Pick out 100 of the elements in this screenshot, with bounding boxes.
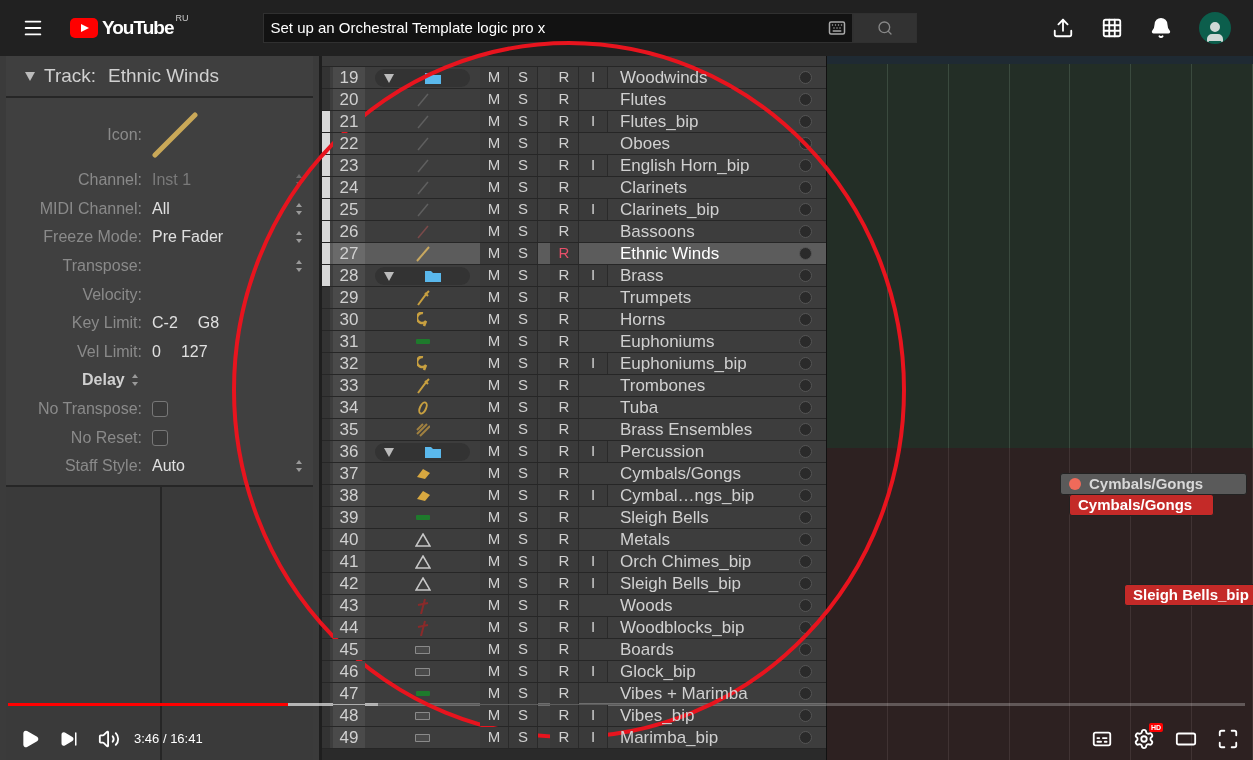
mute-button[interactable]: M bbox=[480, 683, 509, 704]
region-header[interactable]: Cymbals/Gongs bbox=[1060, 473, 1247, 495]
track-led bbox=[799, 533, 812, 546]
track-row[interactable]: 43 M S R Woods bbox=[322, 595, 826, 617]
board-icon bbox=[415, 711, 430, 720]
track-name: Marimba_bip bbox=[619, 727, 720, 748]
next-icon[interactable] bbox=[60, 730, 78, 748]
track-row[interactable]: 46 M S R I Glock_bip bbox=[322, 661, 826, 683]
midi-region[interactable]: Cymbals/Gongs bbox=[1069, 494, 1214, 516]
track-row[interactable]: 19 M S R I Woodwinds bbox=[322, 67, 826, 89]
bell-icon[interactable] bbox=[1150, 17, 1172, 39]
triangle-down-icon[interactable] bbox=[24, 70, 36, 82]
track-row[interactable]: 40 M S R Metals bbox=[322, 529, 826, 551]
track-led bbox=[799, 181, 812, 194]
field-value[interactable]: Auto bbox=[152, 454, 185, 479]
mute-button[interactable]: M bbox=[480, 727, 509, 748]
progress-track[interactable] bbox=[8, 703, 1245, 706]
stepper-arrows-icon bbox=[295, 230, 303, 245]
track-row[interactable]: 23 M S R I English Horn_bip bbox=[322, 155, 826, 177]
track-row[interactable]: 32 M S R I Euphoniums_bip bbox=[322, 353, 826, 375]
solo-button[interactable]: S bbox=[509, 243, 538, 264]
logo-text: YouTube bbox=[102, 15, 174, 40]
track-row[interactable]: 41 M S R I Orch Chimes_bip bbox=[322, 551, 826, 573]
record-button[interactable]: R bbox=[550, 727, 579, 748]
track-name: Orch Chimes_bip bbox=[619, 551, 753, 572]
triangle-down-icon[interactable] bbox=[383, 445, 395, 458]
field-value[interactable]: Pre Fader bbox=[152, 225, 224, 250]
field-value[interactable]: C-2 bbox=[152, 311, 178, 336]
keyboard-icon[interactable] bbox=[828, 19, 847, 37]
input-button[interactable]: I bbox=[579, 705, 608, 726]
track-row[interactable]: 29 M S R Trumpets bbox=[322, 287, 826, 309]
track-row[interactable]: 42 M S R I Sleigh Bells_bip bbox=[322, 573, 826, 595]
track-row[interactable]: 30 M S R Horns bbox=[322, 309, 826, 331]
board-icon bbox=[415, 733, 430, 742]
track-label: Track: bbox=[44, 63, 97, 88]
flute-icon bbox=[416, 224, 429, 239]
track-row[interactable]: 24 M S R Clarinets bbox=[322, 177, 826, 199]
field-value[interactable]: All bbox=[152, 196, 170, 221]
track-row[interactable]: 28 M S R I Brass bbox=[322, 265, 826, 287]
checkbox[interactable] bbox=[152, 429, 168, 446]
cymbal-icon bbox=[415, 468, 430, 479]
apps-icon[interactable] bbox=[1101, 17, 1123, 39]
record-button[interactable]: R bbox=[550, 683, 579, 704]
track-row[interactable]: 21 M S R I Flutes_bip bbox=[322, 111, 826, 133]
field-value[interactable]: 0 bbox=[152, 339, 161, 364]
track-led bbox=[799, 203, 812, 216]
settings-icon[interactable] bbox=[1133, 728, 1155, 750]
solo-button[interactable]: S bbox=[509, 727, 538, 748]
fullscreen-icon[interactable] bbox=[1217, 728, 1239, 750]
track-row[interactable]: 34 M S R Tuba bbox=[322, 397, 826, 419]
search-icon[interactable] bbox=[877, 20, 894, 36]
field-value[interactable]: G8 bbox=[197, 311, 220, 336]
triangle-down-icon[interactable] bbox=[383, 71, 395, 84]
search-box[interactable]: Set up an Orchestral Template logic pro x bbox=[263, 13, 854, 43]
track-row[interactable]: 33 M S R Trombones bbox=[322, 375, 826, 397]
track-row[interactable]: 45 M S R Boards bbox=[322, 639, 826, 661]
track-name: Clarinets bbox=[619, 177, 689, 198]
track-led bbox=[799, 71, 812, 84]
mute-button[interactable]: M bbox=[480, 243, 509, 264]
track-name: Trombones bbox=[619, 375, 707, 396]
track-row[interactable]: 37 M S R Cymbals/Gongs bbox=[322, 463, 826, 485]
solo-button[interactable]: S bbox=[509, 683, 538, 704]
search-input[interactable]: Set up an Orchestral Template logic pro x bbox=[270, 16, 829, 40]
track-row[interactable]: 49 M S R I Marimba_bip bbox=[322, 727, 826, 749]
cymbal-icon bbox=[415, 490, 430, 501]
track-row[interactable]: 36 M S R I Percussion bbox=[322, 441, 826, 463]
track-row[interactable]: 25 M S R I Clarinets_bip bbox=[322, 199, 826, 221]
track-number: 21 bbox=[333, 111, 365, 132]
search-button[interactable] bbox=[853, 13, 918, 43]
track-name: Trumpets bbox=[619, 287, 693, 308]
track-name: Flutes bbox=[619, 89, 668, 110]
track-row[interactable]: 44 M S R I Woodblocks_bip bbox=[322, 617, 826, 639]
avatar[interactable] bbox=[1199, 12, 1231, 44]
flute-icon[interactable] bbox=[152, 112, 198, 158]
bar-icon bbox=[415, 691, 430, 696]
solo-button[interactable]: S bbox=[509, 705, 538, 726]
track-led bbox=[799, 313, 812, 326]
track-name: Oboes bbox=[619, 133, 672, 154]
field-value[interactable]: 127 bbox=[180, 339, 208, 364]
mallet-icon bbox=[416, 619, 429, 636]
flute-icon bbox=[416, 114, 429, 129]
upload-icon[interactable] bbox=[1052, 17, 1074, 39]
mute-button[interactable]: M bbox=[480, 705, 509, 726]
track-number: 41 bbox=[333, 551, 365, 572]
track-row[interactable]: 26 M S R Bassoons bbox=[322, 221, 826, 243]
track-row[interactable]: 35 M S R Brass Ensembles bbox=[322, 419, 826, 441]
inspector-header[interactable]: Track: Ethnic Winds bbox=[6, 56, 313, 98]
triangle-down-icon[interactable] bbox=[383, 269, 395, 282]
record-button[interactable]: R bbox=[550, 705, 579, 726]
track-row[interactable]: 31 M S R Euphoniums bbox=[322, 331, 826, 353]
volume-icon[interactable] bbox=[98, 728, 120, 750]
play-icon[interactable] bbox=[20, 729, 40, 749]
track-row[interactable]: 20 M S R Flutes bbox=[322, 89, 826, 111]
track-led bbox=[799, 643, 812, 656]
track-row[interactable]: 39 M S R Sleigh Bells bbox=[322, 507, 826, 529]
track-row[interactable]: 38 M S R I Cymbal…ngs_bip bbox=[322, 485, 826, 507]
track-row[interactable]: 27 M S R Ethnic Winds bbox=[322, 243, 826, 265]
checkbox[interactable] bbox=[152, 401, 168, 418]
input-button[interactable]: I bbox=[579, 727, 608, 748]
track-name: Woodblocks_bip bbox=[619, 617, 746, 638]
